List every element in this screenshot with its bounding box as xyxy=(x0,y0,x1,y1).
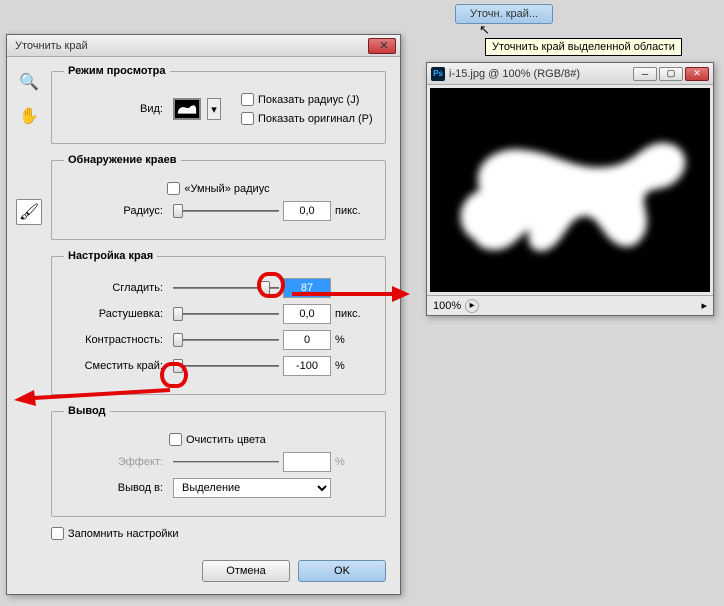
dialog-title: Уточнить край xyxy=(11,40,368,52)
radius-input[interactable] xyxy=(283,201,331,221)
edge-detection-legend: Обнаружение краев xyxy=(64,154,181,166)
dialog-toolbar: 🔍 ✋ 🖌 xyxy=(7,57,51,552)
close-button[interactable]: ✕ xyxy=(368,38,396,54)
zoom-level[interactable]: 100% xyxy=(433,300,461,312)
radius-unit: пикс. xyxy=(335,205,373,217)
feather-slider[interactable] xyxy=(173,306,279,322)
image-statusbar: 100% ▸ ▸ xyxy=(427,295,713,315)
contrast-label: Контрастность: xyxy=(64,334,169,346)
adjust-edge-legend: Настройка края xyxy=(64,250,157,262)
output-to-select[interactable]: Выделение xyxy=(173,478,331,498)
feather-unit: пикс. xyxy=(335,308,373,320)
view-mode-legend: Режим просмотра xyxy=(64,65,170,77)
photoshop-icon: Ps xyxy=(431,67,445,81)
output-group: Вывод Очистить цвета Эффект: % Вывод в: xyxy=(51,405,386,517)
view-label: Вид: xyxy=(64,103,169,115)
refine-edge-toolbar-button[interactable]: Уточн. край... xyxy=(455,4,553,24)
image-canvas[interactable] xyxy=(430,88,710,292)
remember-settings-label: Запомнить настройки xyxy=(68,528,179,540)
hand-tool-icon[interactable]: ✋ xyxy=(16,103,42,129)
edge-detection-group: Обнаружение краев «Умный» радиус Радиус:… xyxy=(51,154,386,240)
dialog-titlebar[interactable]: Уточнить край ✕ xyxy=(7,35,400,57)
shift-edge-input[interactable] xyxy=(283,356,331,376)
close-icon: ✕ xyxy=(369,39,395,52)
shift-edge-label: Сместить край: xyxy=(64,360,169,372)
scroll-arrow-icon[interactable]: ▸ xyxy=(701,299,707,312)
amount-label: Эффект: xyxy=(64,456,169,468)
show-original-label: Показать оригинал (P) xyxy=(258,113,373,125)
contrast-unit: % xyxy=(335,334,373,346)
ok-button[interactable]: OK xyxy=(298,560,386,582)
view-swatch[interactable] xyxy=(173,98,201,120)
smooth-label: Сгладить: xyxy=(64,282,169,294)
show-original-checkbox[interactable] xyxy=(241,112,254,125)
amount-unit: % xyxy=(335,456,373,468)
view-mode-group: Режим просмотра Вид: ▾ Показать радиус (… xyxy=(51,65,386,144)
maximize-button[interactable]: ▢ xyxy=(659,67,683,81)
view-dropdown-arrow-icon[interactable]: ▾ xyxy=(207,98,221,120)
cursor-icon: ↖ xyxy=(479,22,490,38)
adjust-edge-group: Настройка края Сгладить: Растушевка: пик xyxy=(51,250,386,395)
image-window-title: i-15.jpg @ 100% (RGB/8#) xyxy=(449,68,629,80)
refine-edge-dialog: Уточнить край ✕ 🔍 ✋ 🖌 Режим просмотра Ви… xyxy=(6,34,401,595)
status-info-icon[interactable]: ▸ xyxy=(465,299,479,313)
amount-input xyxy=(283,452,331,472)
remember-settings-checkbox[interactable] xyxy=(51,527,64,540)
zoom-tool-icon[interactable]: 🔍 xyxy=(16,69,42,95)
image-window: Ps i-15.jpg @ 100% (RGB/8#) ─ ▢ ✕ 100% ▸… xyxy=(426,62,714,316)
feather-input[interactable] xyxy=(283,304,331,324)
decontaminate-label: Очистить цвета xyxy=(186,434,266,446)
shift-edge-slider[interactable] xyxy=(173,358,279,374)
smart-radius-label: «Умный» радиус xyxy=(184,183,269,195)
output-to-label: Вывод в: xyxy=(64,482,169,494)
contrast-slider[interactable] xyxy=(173,332,279,348)
radius-slider[interactable] xyxy=(173,203,279,219)
image-close-button[interactable]: ✕ xyxy=(685,67,709,81)
output-legend: Вывод xyxy=(64,405,110,417)
show-radius-checkbox[interactable] xyxy=(241,93,254,106)
smooth-slider[interactable] xyxy=(173,280,279,296)
feather-label: Растушевка: xyxy=(64,308,169,320)
smart-radius-checkbox[interactable] xyxy=(167,182,180,195)
cancel-button[interactable]: Отмена xyxy=(202,560,290,582)
decontaminate-checkbox[interactable] xyxy=(169,433,182,446)
contrast-input[interactable] xyxy=(283,330,331,350)
radius-label: Радиус: xyxy=(64,205,169,217)
show-radius-label: Показать радиус (J) xyxy=(258,94,359,106)
amount-slider xyxy=(173,454,279,470)
image-titlebar[interactable]: Ps i-15.jpg @ 100% (RGB/8#) ─ ▢ ✕ xyxy=(427,63,713,85)
shift-edge-unit: % xyxy=(335,360,373,372)
minimize-button[interactable]: ─ xyxy=(633,67,657,81)
refine-radius-tool-icon[interactable]: 🖌 xyxy=(16,199,42,225)
tooltip: Уточнить край выделенной области xyxy=(485,38,682,56)
smooth-input[interactable] xyxy=(283,278,331,298)
